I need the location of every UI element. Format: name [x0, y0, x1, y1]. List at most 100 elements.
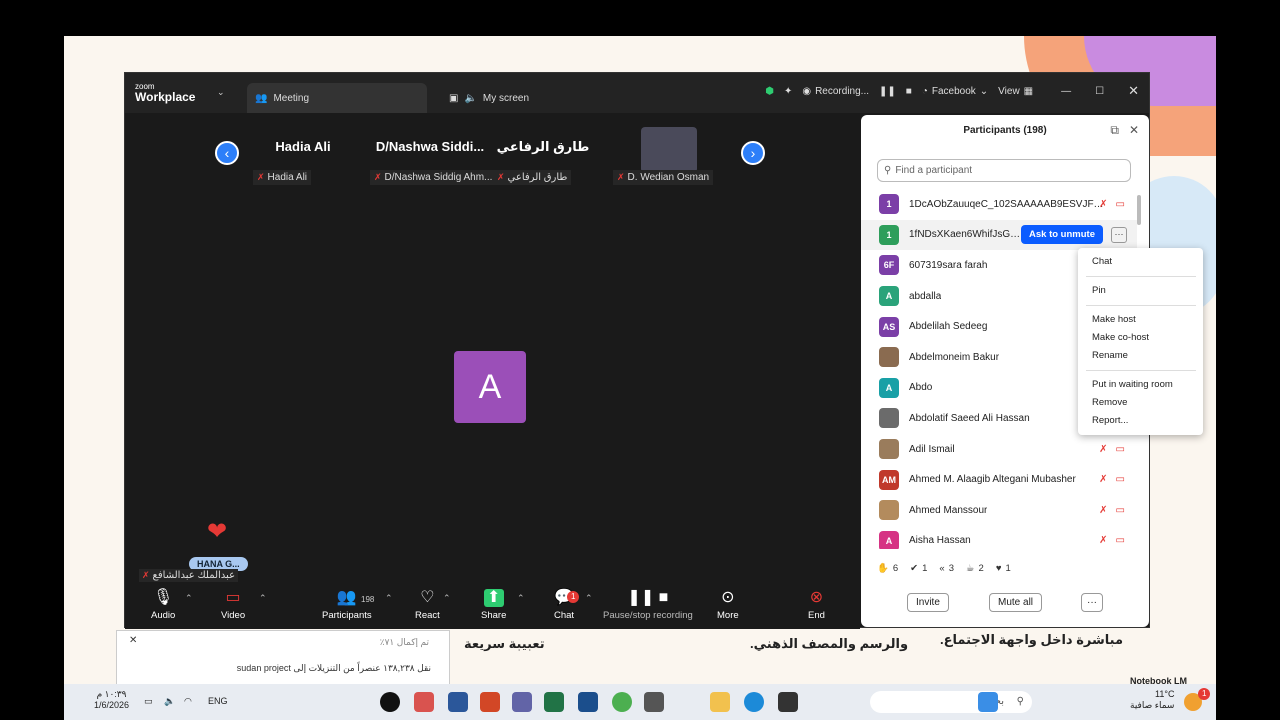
- more-button[interactable]: ⊙ More: [717, 589, 739, 621]
- close-icon[interactable]: ✕: [1128, 83, 1139, 99]
- heart-reaction-icon: ❤: [207, 518, 228, 545]
- wifi-icon[interactable]: ◠: [184, 696, 192, 707]
- gallery-strip: ‹ › Hadia Ali ✗ Hadia Ali D/Nashwa Siddi.…: [215, 113, 765, 185]
- excel-icon[interactable]: [544, 692, 564, 712]
- status-icons: ✗ ▭: [1099, 474, 1125, 485]
- participants-button[interactable]: 👥 Participants: [322, 589, 372, 621]
- view-button[interactable]: View ▦: [998, 86, 1033, 97]
- end-button[interactable]: ⊗ End: [808, 589, 825, 621]
- participant-row[interactable]: AM Ahmed M. Alaagib Altegani Mubasher ✗ ▭: [861, 464, 1137, 495]
- participant-row[interactable]: Ahmed Manssour ✗ ▭: [861, 495, 1137, 526]
- scrollbar[interactable]: [1137, 195, 1141, 225]
- heart-outline-icon: ♡: [420, 589, 435, 606]
- teams-icon[interactable]: [512, 692, 532, 712]
- stop-icon[interactable]: ■: [906, 86, 912, 97]
- sparkle-icon[interactable]: ✦: [784, 86, 792, 97]
- video-tile[interactable]: طارق الرفاعي ✗ طارق الرفاعي: [493, 119, 593, 185]
- menu-item-pin[interactable]: Pin: [1092, 285, 1106, 296]
- language-indicator[interactable]: ENG: [208, 696, 228, 706]
- participant-row[interactable]: A Aisha Hassan ✗ ▭: [861, 526, 1137, 549]
- status-icons: ✗ ▭: [1099, 444, 1125, 455]
- more-options-button[interactable]: ···: [1081, 593, 1103, 612]
- chevron-up-icon[interactable]: ⌃: [385, 593, 393, 604]
- tab-meeting[interactable]: 👥 Meeting: [247, 83, 427, 113]
- chevron-up-icon[interactable]: ⌃: [517, 593, 525, 604]
- battery-icon[interactable]: ▭: [144, 696, 153, 707]
- volume-icon[interactable]: 🔈: [164, 696, 175, 707]
- status-icons: ✗ ▭: [1099, 505, 1125, 516]
- chevron-down-icon[interactable]: ⌄: [217, 87, 225, 98]
- weather-widget[interactable]: 11°C سماء صافية: [1130, 689, 1174, 711]
- reaction-icon: ✔: [910, 563, 919, 574]
- react-button[interactable]: ♡ React: [415, 589, 440, 621]
- avatar: [879, 439, 899, 460]
- app-icon[interactable]: [578, 692, 598, 712]
- reaction-icon: ✋: [877, 563, 889, 574]
- shield-icon[interactable]: ⬢: [765, 86, 774, 97]
- chevron-up-icon[interactable]: ⌃: [185, 593, 193, 604]
- participant-row[interactable]: 1 1DcAObZauuqeC_102SAAAAAB9ESVJFQ1... ✗ ▭: [861, 189, 1137, 220]
- gallery-prev-button[interactable]: ‹: [215, 141, 239, 165]
- audio-button[interactable]: 🎙 Audio: [151, 589, 175, 621]
- menu-item-make-host[interactable]: Make host: [1092, 314, 1136, 325]
- bg-text: تعبيبة سريعة: [464, 636, 545, 651]
- camera-off-icon: ▭: [225, 589, 241, 606]
- edge-icon[interactable]: [744, 692, 764, 712]
- end-icon: ⊗: [809, 589, 824, 606]
- participant-row[interactable]: Adil Ismail ✗ ▭: [861, 434, 1137, 465]
- video-tile[interactable]: ✗ D. Wedian Osman: [613, 119, 714, 185]
- windows-start-icon[interactable]: [978, 692, 998, 712]
- avatar: A: [879, 286, 899, 307]
- popout-icon[interactable]: ⧉: [1110, 123, 1119, 138]
- menu-item-make-co-host[interactable]: Make co-host: [1092, 332, 1149, 343]
- menu-item-report[interactable]: Report...: [1092, 415, 1128, 426]
- chevron-up-icon[interactable]: ⌃: [585, 593, 593, 604]
- ask-to-unmute-button[interactable]: Ask to unmute: [1021, 224, 1103, 244]
- participant-search-input[interactable]: ⚲ Find a participant: [877, 159, 1131, 182]
- chevron-up-icon[interactable]: ⌃: [259, 593, 267, 604]
- menu-item-chat[interactable]: Chat: [1092, 256, 1112, 267]
- word-icon[interactable]: [448, 692, 468, 712]
- app-icon[interactable]: [414, 692, 434, 712]
- minimize-icon[interactable]: —: [1061, 86, 1071, 97]
- maximize-icon[interactable]: ☐: [1095, 86, 1104, 97]
- close-icon[interactable]: ✕: [1129, 123, 1139, 138]
- video-tile[interactable]: Hadia Ali ✗ Hadia Ali: [253, 119, 353, 185]
- mic-off-icon: ✗: [1099, 443, 1108, 455]
- tab-my-screen[interactable]: ▣ 🔈 My screen: [441, 83, 621, 113]
- menu-item-rename[interactable]: Rename: [1092, 350, 1128, 361]
- video-tile[interactable]: D/Nashwa Siddi... ✗ D/Nashwa Siddig Ahm..…: [370, 119, 497, 185]
- menu-item-waiting-room[interactable]: Put in waiting room: [1092, 379, 1173, 390]
- mute-all-button[interactable]: Mute all: [989, 593, 1043, 612]
- participant-name: 1DcAObZauuqeC_102SAAAAAB9ESVJFQ1...: [909, 198, 1109, 210]
- app-icon[interactable]: [778, 692, 798, 712]
- recording-control-button[interactable]: ❚❚ ■ Pause/stop recording: [603, 589, 693, 621]
- invite-button[interactable]: Invite: [907, 593, 949, 612]
- file-explorer-icon[interactable]: [710, 692, 730, 712]
- chat-badge: 1: [567, 591, 580, 603]
- status-icons: ✗ ▭: [1099, 535, 1125, 546]
- powerpoint-icon[interactable]: [480, 692, 500, 712]
- share-button[interactable]: ⬆ Share: [481, 589, 506, 621]
- close-icon[interactable]: ✕: [129, 635, 137, 646]
- chrome-icon[interactable]: [612, 692, 632, 712]
- media-app-icon[interactable]: [380, 692, 400, 712]
- participants-icon: 👥: [255, 92, 268, 104]
- more-options-button[interactable]: ···: [1111, 226, 1127, 243]
- participant-context-menu: Chat Pin Make host Make co-host Rename P…: [1078, 248, 1203, 435]
- gallery-next-button[interactable]: ›: [741, 141, 765, 165]
- video-button[interactable]: ▭ Video: [221, 589, 245, 621]
- app-icon[interactable]: [644, 692, 664, 712]
- taskbar-search[interactable]: بحث⚲: [870, 691, 1032, 713]
- menu-item-remove[interactable]: Remove: [1092, 397, 1127, 408]
- pause-icon[interactable]: ❚❚: [879, 86, 896, 97]
- mic-off-icon: ✗: [1099, 198, 1108, 210]
- chevron-up-icon[interactable]: ⌃: [443, 593, 451, 604]
- microphone-icon: 🎙: [153, 589, 174, 606]
- recording-indicator[interactable]: ◉ Recording...: [802, 86, 869, 97]
- meeting-toolbar: 🎙 Audio ⌃ ▭ Video ⌃ 👥 Participants 198 ⌃ ♡ R…: [125, 583, 860, 629]
- participant-row[interactable]: 1 1fNDsXKaen6WhifJsGQ4... Ask to unmute ···: [861, 219, 1137, 251]
- menu-divider: [1086, 276, 1196, 277]
- facebook-button[interactable]: ◔ Facebook ⌄: [922, 86, 988, 97]
- clock[interactable]: ١٠:٣٩ م 1/6/2026: [94, 689, 129, 711]
